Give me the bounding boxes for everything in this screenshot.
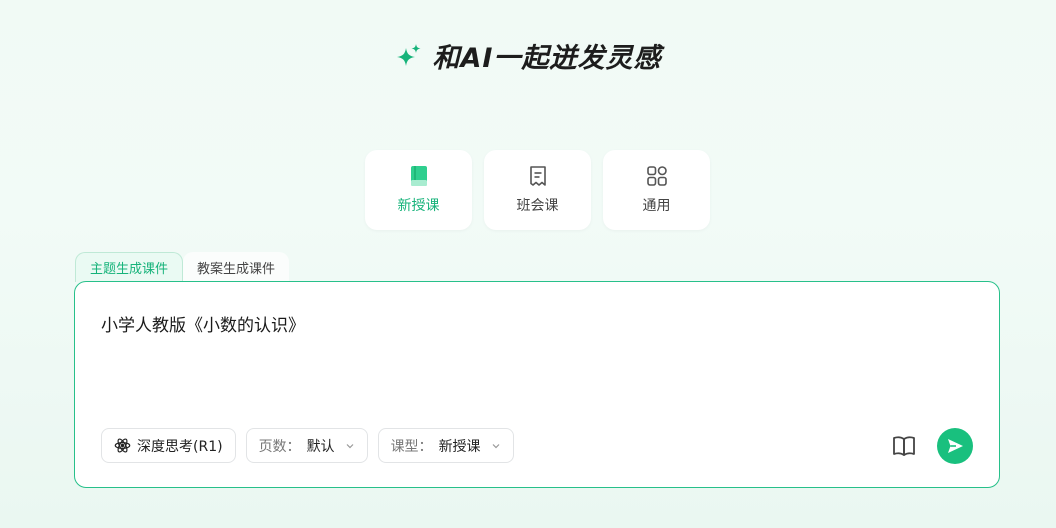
- course-type-select-value: 新授课: [438, 438, 481, 455]
- send-button[interactable]: [937, 428, 973, 464]
- send-icon: [948, 439, 963, 453]
- pages-value: 默认: [306, 438, 335, 455]
- book-icon: [410, 166, 427, 186]
- open-book-icon[interactable]: [891, 433, 917, 459]
- atom-icon: [114, 438, 131, 453]
- prompt-panel: 小学人教版《小数的认识》 深度思考(R1) 页数： 默认 课型： 新授课: [74, 281, 1000, 488]
- sparkle-icon: [396, 43, 421, 66]
- grid-icon: [646, 166, 667, 186]
- chevron-down-icon: [346, 443, 353, 448]
- deep-think-label: 深度思考(R1): [137, 438, 223, 455]
- course-type-selector: 新授课 班会课 通用: [365, 150, 710, 230]
- tab-topic-generate[interactable]: 主题生成课件: [75, 252, 184, 282]
- tab-lesson-plan-generate[interactable]: 教案生成课件: [183, 252, 290, 282]
- course-type-new-lesson[interactable]: 新授课: [365, 150, 472, 230]
- course-type-class-meeting[interactable]: 班会课: [484, 150, 591, 230]
- chevron-down-icon: [492, 443, 499, 448]
- page-title: 和AI一起迸发灵感: [432, 43, 662, 74]
- prompt-controls: 深度思考(R1) 页数： 默认 课型： 新授课: [101, 428, 514, 463]
- course-type-select-label: 课型：: [390, 438, 433, 455]
- mode-tabs: 主题生成课件 教案生成课件: [75, 252, 290, 282]
- prompt-input[interactable]: 小学人教版《小数的认识》: [101, 311, 973, 336]
- page-header: 和AI一起迸发灵感: [0, 36, 1056, 75]
- pages-select[interactable]: 页数： 默认: [245, 428, 368, 463]
- course-type-label: 班会课: [516, 198, 559, 214]
- note-icon: [529, 166, 546, 186]
- deep-think-button[interactable]: 深度思考(R1): [101, 428, 236, 463]
- prompt-tools: [891, 428, 973, 464]
- course-type-label: 新授课: [397, 198, 440, 214]
- course-type-general[interactable]: 通用: [603, 150, 710, 230]
- course-type-select[interactable]: 课型： 新授课: [377, 428, 514, 463]
- pages-label: 页数：: [258, 438, 301, 455]
- course-type-label: 通用: [642, 198, 671, 214]
